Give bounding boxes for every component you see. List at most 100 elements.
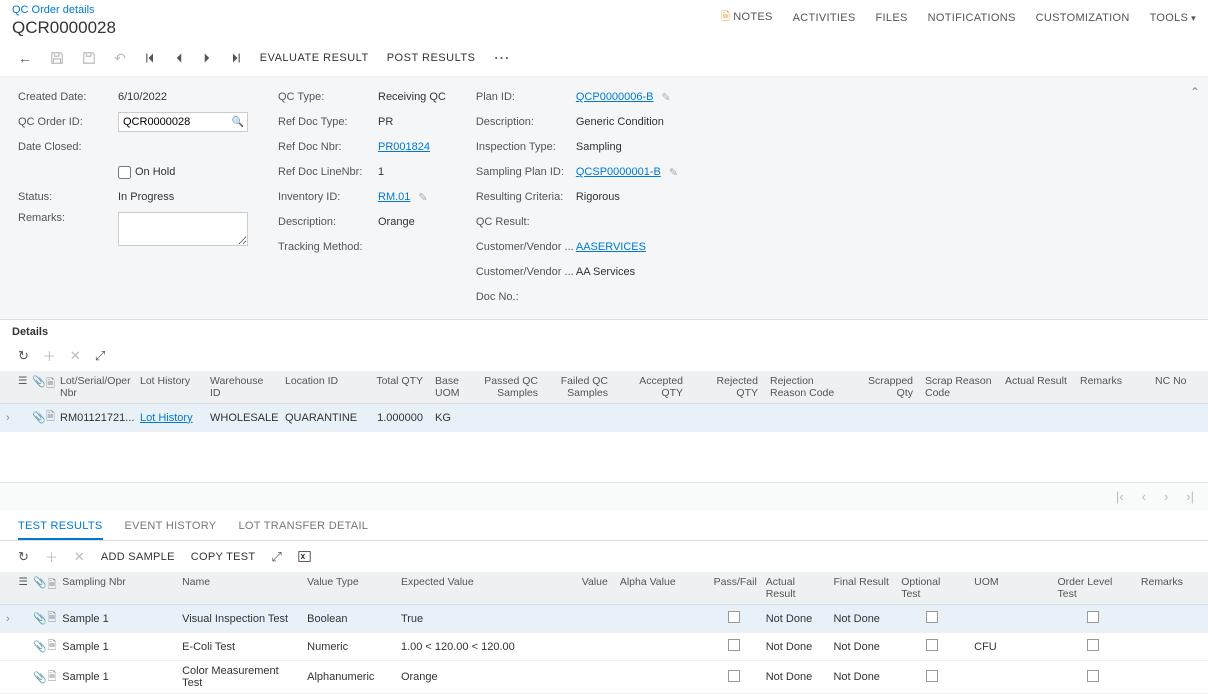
collapse-icon[interactable]: ⌃ bbox=[1190, 85, 1200, 99]
plan-id-value[interactable]: QCP0000006-B bbox=[576, 91, 654, 103]
col-final-result[interactable]: Final Result bbox=[827, 572, 895, 605]
attachment-icon[interactable]: 📎 bbox=[33, 641, 47, 653]
fit-columns-icon[interactable]: ⤢ bbox=[95, 348, 105, 364]
col-remarks[interactable]: Remarks bbox=[1074, 371, 1149, 404]
col-failed-qc[interactable]: Failed QC Samples bbox=[544, 371, 614, 404]
inventory-id-value[interactable]: RM.01 bbox=[378, 191, 410, 203]
nav-notes[interactable]: 🗎NOTES bbox=[721, 8, 773, 27]
col-optional-test[interactable]: Optional Test bbox=[895, 572, 968, 605]
note-icon[interactable]: 🗎 bbox=[48, 612, 57, 624]
cust-vendor-id-value[interactable]: AASERVICES bbox=[576, 241, 646, 253]
results-row[interactable]: 📎🗎Sample 1Color Measurement TestAlphanum… bbox=[0, 661, 1208, 694]
col-alpha-value[interactable]: Alpha Value bbox=[614, 572, 708, 605]
details-row[interactable]: › 📎 🗎 RM01121721... Lot History WHOLESAL… bbox=[0, 404, 1208, 432]
pass-fail-checkbox[interactable] bbox=[728, 611, 740, 623]
expand-icon[interactable] bbox=[0, 661, 13, 694]
add-sample-button[interactable]: ADD SAMPLE bbox=[101, 551, 175, 563]
col-passed-qc[interactable]: Passed QC Samples bbox=[474, 371, 544, 404]
tab-test-results[interactable]: TEST RESULTS bbox=[18, 520, 103, 540]
pencil-icon[interactable]: ✎ bbox=[662, 91, 671, 104]
breadcrumb[interactable]: QC Order details bbox=[12, 4, 95, 16]
col-value-type[interactable]: Value Type bbox=[301, 572, 395, 605]
col-rejection-reason[interactable]: Rejection Reason Code bbox=[764, 371, 844, 404]
col-nc-no[interactable]: NC No bbox=[1149, 371, 1208, 404]
col-value[interactable]: Value bbox=[562, 572, 614, 605]
pencil-icon[interactable]: ✎ bbox=[669, 166, 678, 179]
results-row[interactable]: ›📎🗎Sample 1Visual Inspection TestBoolean… bbox=[0, 605, 1208, 633]
expand-icon[interactable] bbox=[0, 633, 13, 661]
optional-test-checkbox[interactable] bbox=[926, 670, 938, 682]
optional-test-checkbox[interactable] bbox=[926, 639, 938, 651]
attachment-icon[interactable]: 📎 bbox=[33, 613, 47, 625]
remarks-textarea[interactable] bbox=[118, 212, 248, 246]
order-level-checkbox[interactable] bbox=[1087, 670, 1099, 682]
nav-files[interactable]: FILES bbox=[876, 12, 908, 24]
pencil-icon[interactable]: ✎ bbox=[418, 191, 427, 204]
nav-activities[interactable]: ACTIVITIES bbox=[793, 12, 856, 24]
export-excel-icon[interactable] bbox=[298, 550, 311, 563]
back-icon[interactable]: ← bbox=[18, 50, 32, 66]
note-icon[interactable]: 🗎 bbox=[48, 671, 57, 683]
col-pass-fail[interactable]: Pass/Fail bbox=[708, 572, 760, 605]
copy-test-button[interactable]: COPY TEST bbox=[191, 551, 256, 563]
attachment-icon[interactable]: 📎 bbox=[32, 412, 46, 424]
add-row-icon[interactable]: ＋ bbox=[45, 547, 58, 566]
col-actual-result[interactable]: Actual Result bbox=[999, 371, 1074, 404]
col-expected-value[interactable]: Expected Value bbox=[395, 572, 562, 605]
col-accepted-qty[interactable]: Accepted QTY bbox=[614, 371, 689, 404]
pass-fail-checkbox[interactable] bbox=[728, 670, 740, 682]
col-name[interactable]: Name bbox=[176, 572, 301, 605]
post-results-button[interactable]: POST RESULTS bbox=[387, 52, 476, 64]
col-sampling-nbr[interactable]: Sampling Nbr bbox=[56, 572, 176, 605]
first-icon[interactable] bbox=[144, 52, 156, 64]
last-icon[interactable] bbox=[230, 52, 242, 64]
pass-fail-checkbox[interactable] bbox=[728, 639, 740, 651]
col-result-remarks[interactable]: Remarks bbox=[1135, 572, 1208, 605]
expand-icon[interactable]: › bbox=[0, 404, 12, 432]
col-scrapped-qty[interactable]: Scrapped Qty bbox=[844, 371, 919, 404]
results-row[interactable]: 📎🗎Sample 1E-Coli TestNumeric1.00 < 120.0… bbox=[0, 633, 1208, 661]
note-icon[interactable]: 🗎 bbox=[48, 640, 57, 652]
undo-icon[interactable]: ↶ bbox=[114, 50, 126, 67]
lot-history-link[interactable]: Lot History bbox=[140, 412, 193, 424]
prev-icon[interactable] bbox=[174, 52, 184, 64]
nav-tools[interactable]: TOOLS▾ bbox=[1150, 12, 1196, 24]
pager-next-icon[interactable]: › bbox=[1164, 489, 1168, 504]
col-select-icon[interactable]: ☰ bbox=[13, 572, 28, 605]
on-hold-checkbox[interactable] bbox=[118, 166, 131, 179]
pager-last-icon[interactable]: ›| bbox=[1186, 489, 1194, 504]
add-row-icon[interactable]: ＋ bbox=[43, 346, 56, 365]
col-scrap-reason[interactable]: Scrap Reason Code bbox=[919, 371, 999, 404]
col-actual-result[interactable]: Actual Result bbox=[760, 572, 828, 605]
note-icon[interactable]: 🗎 bbox=[46, 411, 55, 423]
col-uom[interactable]: UOM bbox=[968, 572, 1051, 605]
order-level-checkbox[interactable] bbox=[1087, 611, 1099, 623]
refresh-icon[interactable]: ↻ bbox=[18, 549, 29, 565]
col-location[interactable]: Location ID bbox=[279, 371, 359, 404]
optional-test-checkbox[interactable] bbox=[926, 611, 938, 623]
ref-doc-nbr-value[interactable]: PR001824 bbox=[378, 141, 430, 153]
order-level-checkbox[interactable] bbox=[1087, 639, 1099, 651]
pager-first-icon[interactable]: |‹ bbox=[1116, 489, 1124, 504]
more-actions-icon[interactable]: ⋯ bbox=[493, 48, 510, 68]
qc-order-id-input[interactable] bbox=[118, 112, 248, 132]
nav-customization[interactable]: CUSTOMIZATION bbox=[1036, 12, 1130, 24]
col-total-qty[interactable]: Total QTY bbox=[359, 371, 429, 404]
col-rejected-qty[interactable]: Rejected QTY bbox=[689, 371, 764, 404]
delete-row-icon[interactable]: ✕ bbox=[74, 549, 85, 565]
fit-columns-icon[interactable]: ⤢ bbox=[271, 549, 281, 565]
delete-row-icon[interactable]: ✕ bbox=[70, 348, 81, 364]
save-close-icon[interactable] bbox=[82, 51, 96, 65]
save-icon[interactable] bbox=[50, 51, 64, 65]
nav-notifications[interactable]: NOTIFICATIONS bbox=[928, 12, 1016, 24]
col-lot-history[interactable]: Lot History bbox=[134, 371, 204, 404]
col-base-uom[interactable]: Base UOM bbox=[429, 371, 474, 404]
expand-icon[interactable]: › bbox=[0, 605, 13, 633]
evaluate-result-button[interactable]: EVALUATE RESULT bbox=[260, 52, 369, 64]
pager-prev-icon[interactable]: ‹ bbox=[1142, 489, 1146, 504]
col-order-level-test[interactable]: Order Level Test bbox=[1052, 572, 1135, 605]
next-icon[interactable] bbox=[202, 52, 212, 64]
tab-lot-transfer[interactable]: LOT TRANSFER DETAIL bbox=[238, 520, 368, 540]
col-warehouse[interactable]: Warehouse ID bbox=[204, 371, 279, 404]
col-select-icon[interactable]: ☰ bbox=[12, 371, 26, 404]
